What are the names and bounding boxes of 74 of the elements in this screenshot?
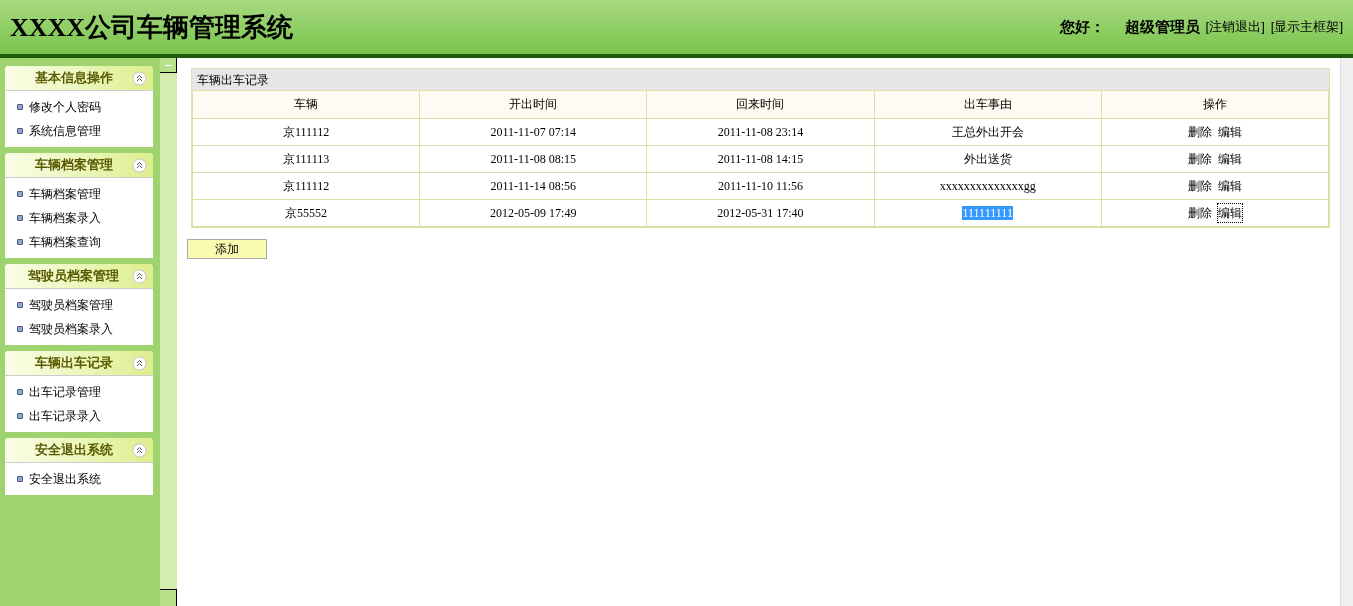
table-cell: 2012-05-09 17:49 — [419, 199, 647, 226]
sidebar-item[interactable]: 安全退出系统 — [5, 467, 153, 491]
table-cell: 京111113 — [192, 145, 420, 172]
sidebar-item[interactable]: 车辆档案录入 — [5, 206, 153, 230]
collapse-sidebar-icon[interactable] — [160, 58, 177, 73]
column-header: 回来时间 — [646, 91, 875, 118]
reason-text: xxxxxxxxxxxxxxgg — [939, 178, 1036, 193]
table-cell: 2011-11-08 14:15 — [646, 145, 875, 172]
reason-text: 111111111 — [962, 205, 1013, 220]
action-link[interactable]: 编辑 — [1217, 176, 1242, 195]
bullet-icon — [17, 128, 23, 134]
bullet-icon — [17, 476, 23, 482]
system-title: XXXX公司车辆管理系统 — [10, 11, 294, 44]
bullet-icon — [17, 389, 23, 395]
panel-title: 基本信息操作 — [33, 69, 114, 88]
collapse-icon[interactable] — [132, 70, 147, 86]
bullet-icon — [17, 302, 23, 308]
panel-header[interactable]: 基本信息操作 — [5, 66, 153, 91]
panel-title: 驾驶员档案管理 — [27, 267, 120, 286]
table-cell: 京111112 — [192, 172, 420, 199]
table-cell: 京55552 — [192, 199, 420, 226]
scrollbar[interactable] — [1340, 58, 1353, 606]
table-cell: 2012-05-31 17:40 — [646, 199, 875, 226]
panel-header[interactable]: 车辆档案管理 — [5, 153, 153, 178]
column-header: 开出时间 — [419, 91, 647, 118]
action-link[interactable]: 删除 — [1187, 122, 1212, 141]
bullet-icon — [17, 191, 23, 197]
action-link[interactable]: 删除 — [1187, 176, 1212, 195]
bullet-icon — [17, 239, 23, 245]
sidebar-item[interactable]: 车辆档案查询 — [5, 230, 153, 254]
collapse-icon[interactable] — [132, 355, 147, 371]
reason-text: 王总外出开会 — [951, 124, 1024, 139]
column-header: 车辆 — [192, 91, 420, 118]
action-link[interactable]: 编辑 — [1217, 203, 1242, 222]
greeting-label: 您好： — [1059, 16, 1105, 37]
table-cell: 2011-11-07 07:14 — [419, 118, 647, 145]
header-link[interactable]: [注销退出] — [1205, 17, 1265, 37]
sidebar-item[interactable]: 出车记录管理 — [5, 380, 153, 404]
bullet-icon — [17, 326, 23, 332]
table-cell: 2011-11-08 23:14 — [646, 118, 875, 145]
table-cell: 京111112 — [192, 118, 420, 145]
action-link[interactable]: 删除 — [1187, 149, 1212, 168]
action-link[interactable]: 编辑 — [1217, 149, 1242, 168]
sidebar-item[interactable]: 驾驶员档案录入 — [5, 317, 153, 341]
sidebar-item[interactable]: 系统信息管理 — [5, 119, 153, 143]
header-link[interactable]: [显示主框架] — [1270, 17, 1343, 37]
column-header: 出车事由 — [874, 91, 1102, 118]
add-button[interactable]: 添加 — [187, 238, 267, 259]
panel-title: 车辆档案管理 — [33, 156, 114, 175]
user-name: 超级管理员 — [1124, 16, 1200, 37]
table-cell: 2011-11-08 08:15 — [419, 145, 647, 172]
panel-header[interactable]: 驾驶员档案管理 — [5, 264, 153, 289]
reason-text: 外出送货 — [963, 151, 1012, 166]
collapse-icon[interactable] — [132, 268, 147, 284]
table-cell: 2011-11-10 11:56 — [646, 172, 875, 199]
sidebar-item[interactable]: 修改个人密码 — [5, 95, 153, 119]
panel-title: 安全退出系统 — [33, 441, 114, 460]
sidebar-item[interactable]: 车辆档案管理 — [5, 182, 153, 206]
bullet-icon — [17, 413, 23, 419]
bullet-icon — [17, 104, 23, 110]
panel-header[interactable]: 安全退出系统 — [5, 438, 153, 463]
table-caption: 车辆出车记录 — [192, 69, 1329, 91]
collapse-icon[interactable] — [132, 442, 147, 458]
collapse-icon[interactable] — [132, 157, 147, 173]
panel-title: 车辆出车记录 — [33, 354, 114, 373]
column-header: 操作 — [1101, 91, 1329, 118]
panel-header[interactable]: 车辆出车记录 — [5, 351, 153, 376]
sidebar-item[interactable]: 驾驶员档案管理 — [5, 293, 153, 317]
bullet-icon — [17, 215, 23, 221]
table-cell: 2011-11-14 08:56 — [419, 172, 647, 199]
sidebar-item[interactable]: 出车记录录入 — [5, 404, 153, 428]
action-link[interactable]: 删除 — [1187, 203, 1212, 222]
action-link[interactable]: 编辑 — [1217, 122, 1242, 141]
scroll-down-icon[interactable] — [160, 589, 177, 606]
